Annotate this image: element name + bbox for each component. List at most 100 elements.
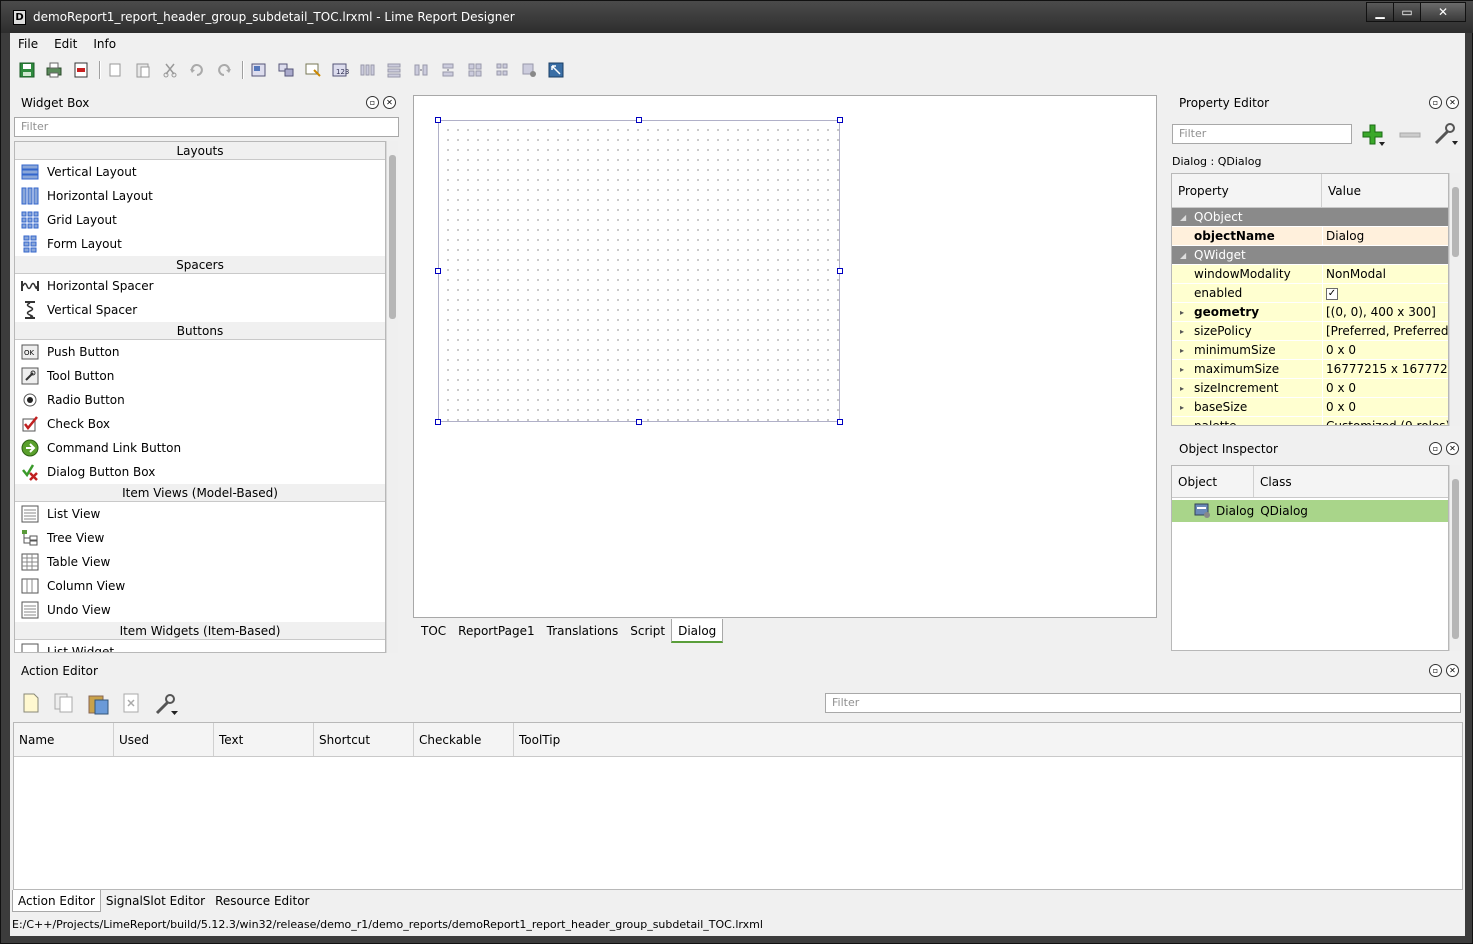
expand-arrow-icon[interactable]: ▸	[1180, 303, 1184, 322]
form-editor-area[interactable]	[413, 95, 1157, 618]
dock-float-icon[interactable]: ▫	[1429, 442, 1442, 455]
property-value[interactable]: 0 x 0	[1322, 398, 1448, 416]
edit-signals-icon[interactable]	[275, 59, 297, 81]
title-bar[interactable]: D demoReport1_report_header_group_subdet…	[1, 1, 1473, 33]
delete-action-icon[interactable]	[122, 693, 142, 715]
dock-close-icon[interactable]: ✕	[1446, 96, 1459, 109]
property-row[interactable]: palette Customized (9 roles)	[1172, 417, 1448, 425]
widget-vertical-layout[interactable]: Vertical Layout	[15, 160, 385, 184]
property-value[interactable]: 0 x 0	[1322, 341, 1448, 359]
resize-handle[interactable]	[435, 117, 441, 123]
column-object[interactable]: Object	[1172, 466, 1254, 497]
property-group-row[interactable]: ◢ QWidget	[1172, 246, 1448, 265]
dock-close-icon[interactable]: ✕	[1446, 442, 1459, 455]
expand-arrow-icon[interactable]: ▸	[1180, 322, 1184, 341]
redo-icon[interactable]	[213, 59, 235, 81]
resize-handle[interactable]	[435, 268, 441, 274]
column-property[interactable]: Property	[1172, 174, 1322, 207]
widget-list-view[interactable]: List View	[15, 502, 385, 526]
property-row[interactable]: objectName Dialog	[1172, 227, 1448, 246]
layout-form-icon[interactable]	[491, 59, 513, 81]
print-icon[interactable]	[43, 59, 65, 81]
tab-toc[interactable]: TOC	[415, 619, 452, 643]
expand-arrow-icon[interactable]: ▸	[1180, 360, 1184, 379]
scrollbar-thumb[interactable]	[389, 155, 396, 319]
add-dynamic-property-icon[interactable]	[1360, 123, 1386, 147]
configure-icon[interactable]	[154, 691, 180, 717]
tab-action-editor[interactable]: Action Editor	[12, 890, 101, 912]
remove-dynamic-property-icon[interactable]	[1398, 123, 1422, 147]
expand-arrow-icon[interactable]: ▸	[1180, 379, 1184, 398]
maximize-button[interactable]: ▭	[1393, 2, 1421, 22]
exit-icon[interactable]	[70, 59, 92, 81]
widget-tree-view[interactable]: Tree View	[15, 526, 385, 550]
edit-buddies-icon[interactable]	[302, 59, 324, 81]
category-spacers[interactable]: Spacers	[15, 256, 385, 274]
edit-widgets-icon[interactable]	[248, 59, 270, 81]
dock-float-icon[interactable]: ▫	[366, 96, 379, 109]
column-used[interactable]: Used	[114, 723, 214, 756]
layout-splitter-h-icon[interactable]	[410, 59, 432, 81]
property-filter-input[interactable]: Filter	[1172, 124, 1352, 144]
menu-info[interactable]: Info	[85, 33, 124, 55]
widget-push-button[interactable]: OK Push Button	[15, 340, 385, 364]
widget-dialog-button-box[interactable]: Dialog Button Box	[15, 460, 385, 484]
property-value[interactable]: 0 x 0	[1322, 379, 1448, 397]
break-layout-icon[interactable]	[518, 59, 540, 81]
resize-handle[interactable]	[837, 419, 843, 425]
tab-script[interactable]: Script	[624, 619, 671, 643]
property-row[interactable]: enabled ✓	[1172, 284, 1448, 303]
property-group-row[interactable]: ◢ QObject	[1172, 208, 1448, 227]
widget-table-view[interactable]: Table View	[15, 550, 385, 574]
scrollbar-thumb[interactable]	[1452, 479, 1459, 639]
layout-grid-icon[interactable]	[464, 59, 486, 81]
column-text[interactable]: Text	[214, 723, 314, 756]
copy-action-icon[interactable]	[54, 693, 74, 715]
property-row[interactable]: ▸ sizePolicy [Preferred, Preferred,...	[1172, 322, 1448, 341]
property-row[interactable]: ▸ maximumSize 16777215 x 16777215	[1172, 360, 1448, 379]
expand-arrow-icon[interactable]: ▸	[1180, 398, 1184, 417]
column-class[interactable]: Class	[1254, 466, 1292, 497]
category-buttons[interactable]: Buttons	[15, 322, 385, 340]
minimize-button[interactable]: ▁	[1366, 2, 1394, 22]
property-value[interactable]: Customized (9 roles)	[1322, 417, 1448, 425]
column-name[interactable]: Name	[14, 723, 114, 756]
category-item-views[interactable]: Item Views (Model-Based)	[15, 484, 385, 502]
column-value[interactable]: Value	[1322, 174, 1361, 207]
widget-tool-button[interactable]: Tool Button	[15, 364, 385, 388]
widget-column-view[interactable]: Column View	[15, 574, 385, 598]
widget-undo-view[interactable]: Undo View	[15, 598, 385, 622]
paste-icon[interactable]	[132, 59, 154, 81]
dock-close-icon[interactable]: ✕	[383, 96, 396, 109]
object-scrollbar[interactable]	[1449, 465, 1461, 651]
property-scrollbar[interactable]	[1449, 173, 1461, 426]
widget-horizontal-spacer[interactable]: Horizontal Spacer	[15, 274, 385, 298]
layout-splitter-v-icon[interactable]	[437, 59, 459, 81]
menu-file[interactable]: File	[10, 33, 46, 55]
new-action-icon[interactable]	[22, 693, 42, 715]
property-value[interactable]: ✓	[1322, 284, 1448, 302]
widget-grid-layout[interactable]: Grid Layout	[15, 208, 385, 232]
widget-command-link-button[interactable]: Command Link Button	[15, 436, 385, 460]
widget-list-scrollbar[interactable]	[386, 141, 398, 653]
resize-handle[interactable]	[636, 419, 642, 425]
tab-reportpage1[interactable]: ReportPage1	[452, 619, 540, 643]
widget-form-layout[interactable]: Form Layout	[15, 232, 385, 256]
property-row[interactable]: windowModality NonModal	[1172, 265, 1448, 284]
dock-close-icon[interactable]: ✕	[1446, 664, 1459, 677]
resize-handle[interactable]	[435, 419, 441, 425]
property-value[interactable]: 16777215 x 16777215	[1322, 360, 1448, 378]
tab-resource-editor[interactable]: Resource Editor	[210, 890, 314, 912]
collapse-arrow-icon[interactable]: ◢	[1180, 246, 1186, 265]
expand-arrow-icon[interactable]: ▸	[1180, 341, 1184, 360]
widget-radio-button[interactable]: Radio Button	[15, 388, 385, 412]
property-value[interactable]: [(0, 0), 400 x 300]	[1322, 303, 1448, 321]
tab-translations[interactable]: Translations	[541, 619, 625, 643]
paste-action-icon[interactable]	[88, 693, 110, 715]
scrollbar-thumb[interactable]	[1452, 187, 1459, 257]
resize-handle[interactable]	[837, 117, 843, 123]
property-value[interactable]: Dialog	[1322, 227, 1448, 245]
layout-vertical-icon[interactable]	[383, 59, 405, 81]
tab-signalslot-editor[interactable]: SignalSlot Editor	[101, 890, 210, 912]
cut-icon[interactable]	[159, 59, 181, 81]
